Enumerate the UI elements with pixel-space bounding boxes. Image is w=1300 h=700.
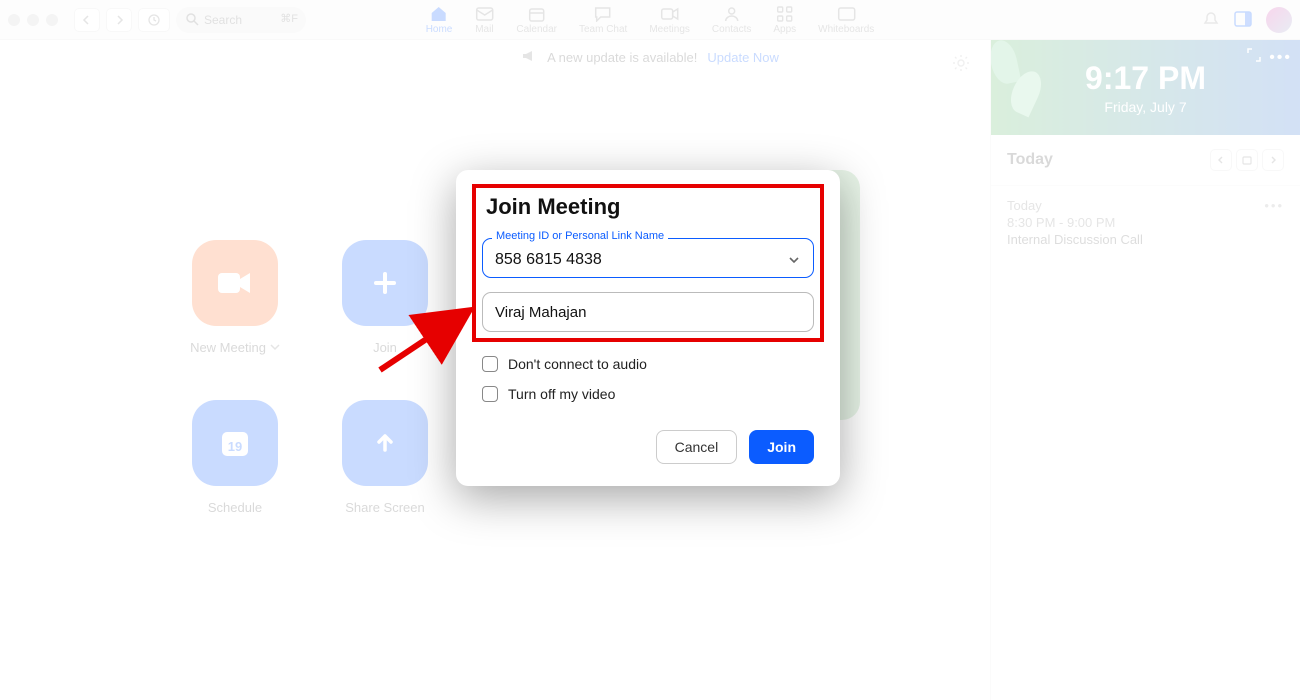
opt-video-label: Turn off my video (508, 386, 615, 402)
checkbox-icon[interactable] (482, 386, 498, 402)
opt-audio-label: Don't connect to audio (508, 356, 647, 372)
annotation-highlight: Join Meeting Meeting ID or Personal Link… (472, 184, 824, 342)
join-button[interactable]: Join (749, 430, 814, 464)
display-name-input[interactable] (482, 292, 814, 332)
chevron-down-icon[interactable] (788, 252, 800, 270)
join-meeting-modal: Join Meeting Meeting ID or Personal Link… (456, 170, 840, 486)
cancel-button[interactable]: Cancel (656, 430, 738, 464)
meeting-id-label: Meeting ID or Personal Link Name (492, 230, 668, 242)
annotation-arrow (370, 300, 490, 385)
meeting-id-input[interactable] (482, 238, 814, 278)
modal-title: Join Meeting (486, 194, 814, 220)
opt-video-row[interactable]: Turn off my video (482, 386, 814, 402)
meeting-id-field: Meeting ID or Personal Link Name (482, 238, 814, 278)
opt-audio-row[interactable]: Don't connect to audio (482, 356, 814, 372)
modal-actions: Cancel Join (482, 430, 814, 464)
